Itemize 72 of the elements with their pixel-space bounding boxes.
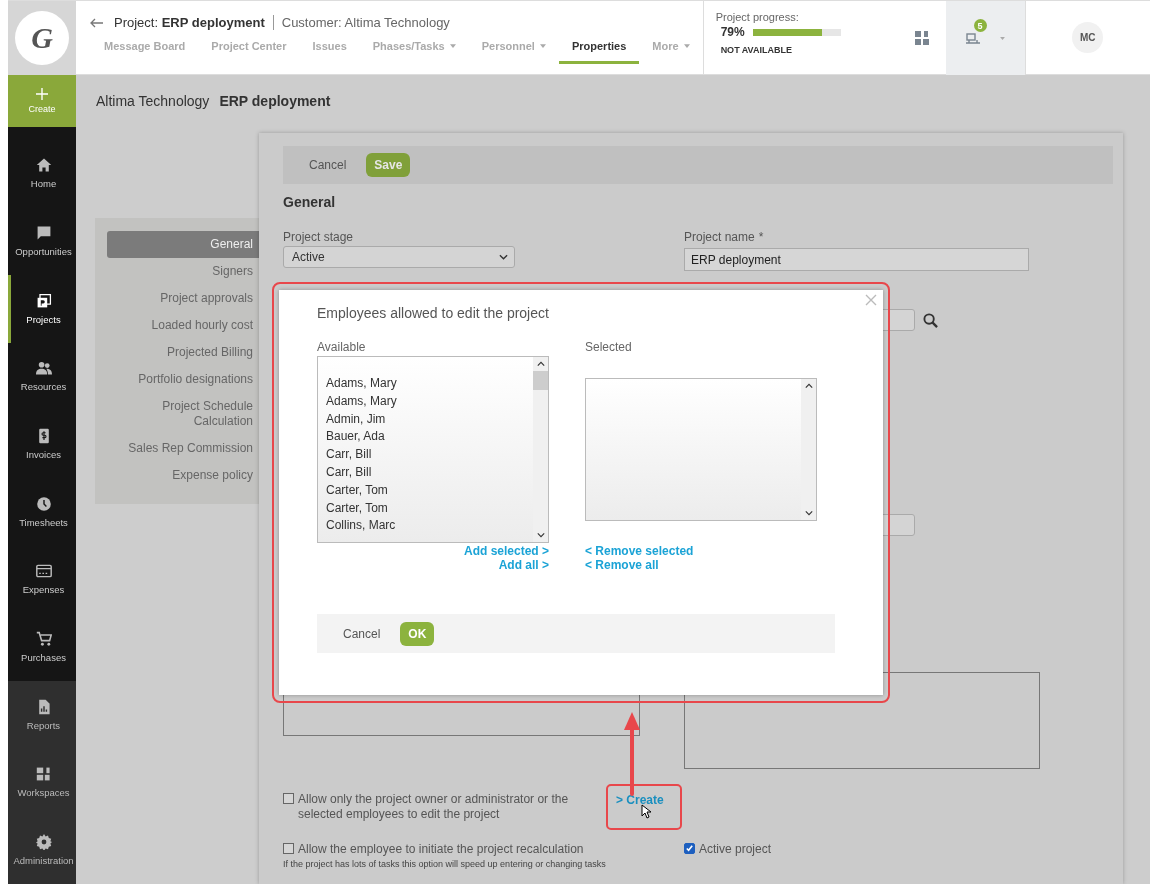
checkbox[interactable] [283,843,294,854]
checkbox-label: Allow the employee to initiate the project recalculation [298,842,584,857]
cursor-icon [641,804,651,819]
list-item[interactable]: Carr, Bill [326,464,533,482]
list-item[interactable]: Bauer, Ada [326,428,533,447]
dialog-title: Employees allowed to edit the project [317,305,550,321]
nav-item[interactable]: Timesheets [8,477,76,546]
nav-item[interactable]: Resources [8,342,76,411]
customer-name: Customer: Altima Technology [281,15,450,30]
home-icon [35,157,52,174]
list-item[interactable]: Carter, Tom [326,481,533,500]
required-mark: * [758,230,764,244]
nav-item[interactable]: Invoices [8,410,76,478]
list-label: Selected [585,340,633,354]
nav-item[interactable]: Home [8,139,76,208]
scroll-up-icon[interactable] [804,383,813,389]
logo[interactable]: G [15,11,69,65]
progress-label: Project progress: [715,11,800,23]
folder-icon [35,292,52,309]
scroll-down-icon[interactable] [536,532,545,538]
list-item[interactable]: Admin, Jim [326,410,533,429]
project-stage-select[interactable]: Active [283,246,515,268]
chat-bubble-icon [35,224,52,241]
credit-card-icon [35,563,52,580]
nav-item[interactable]: Workspaces [8,748,76,817]
cancel-button[interactable]: Cancel [303,154,353,176]
clock-icon [35,495,52,512]
option-note: If the project has lots of tasks this option will speed up entering or changing tasks [283,859,607,869]
list-item[interactable]: Carter, Tom [326,499,533,518]
checkbox[interactable] [684,843,695,854]
nav-item[interactable]: Reports [8,680,76,749]
field-label: Project name [684,230,755,244]
list-item[interactable]: Adams, Mary [326,392,533,411]
back-arrow-icon[interactable] [90,17,104,28]
breadcrumb-customer[interactable]: Altima Technology [96,93,210,133]
tiles-icon [35,766,52,783]
user-avatar[interactable]: MC [1072,22,1104,53]
scroll-down-icon[interactable] [804,510,813,516]
breadcrumb-project: ERP deployment [219,93,331,111]
section-title: General [283,194,337,210]
notification-icon[interactable] [965,31,980,45]
nav-item[interactable]: Administration [8,816,76,884]
list-item[interactable]: Carr, Bill [326,446,533,464]
progress-percent: 79% [720,25,745,39]
dashboard-icon[interactable] [914,30,929,45]
plus-icon [36,88,48,101]
settings-icon [35,834,52,851]
project-name-field[interactable]: ERP deployment [684,248,1029,271]
chevron-down-icon [499,254,508,260]
settings-nav-item[interactable]: General [107,231,259,258]
scrollbar[interactable] [801,379,816,520]
nav-item[interactable]: Expenses [8,545,76,614]
field-label: Project stage [283,230,355,244]
project-title: Project: ERP deployment [114,15,265,30]
nav-item[interactable]: Opportunities [8,207,76,275]
progress-status: NOT AVAILABLE [720,45,793,55]
cart-icon [35,631,52,648]
checkbox-label: Allow only the project owner or administrator or the selected employees to edit the project [298,792,570,822]
scroll-thumb[interactable] [533,371,548,390]
list-item[interactable]: Adams, Mary [326,375,533,393]
scrollbar[interactable] [533,357,548,542]
checkbox-label: Active project [699,842,772,857]
cancel-button[interactable]: Cancel [337,622,387,645]
search-icon[interactable] [923,312,938,328]
scroll-up-icon[interactable] [536,361,545,367]
list-label: Available [317,340,367,354]
tab[interactable]: Properties [558,36,640,64]
checkbox[interactable] [283,793,294,804]
list-item[interactable]: Collins, Marc [326,517,533,536]
notification-badge: 5 [973,19,987,32]
nav-item[interactable]: Purchases [8,613,76,681]
people-icon [35,360,52,377]
